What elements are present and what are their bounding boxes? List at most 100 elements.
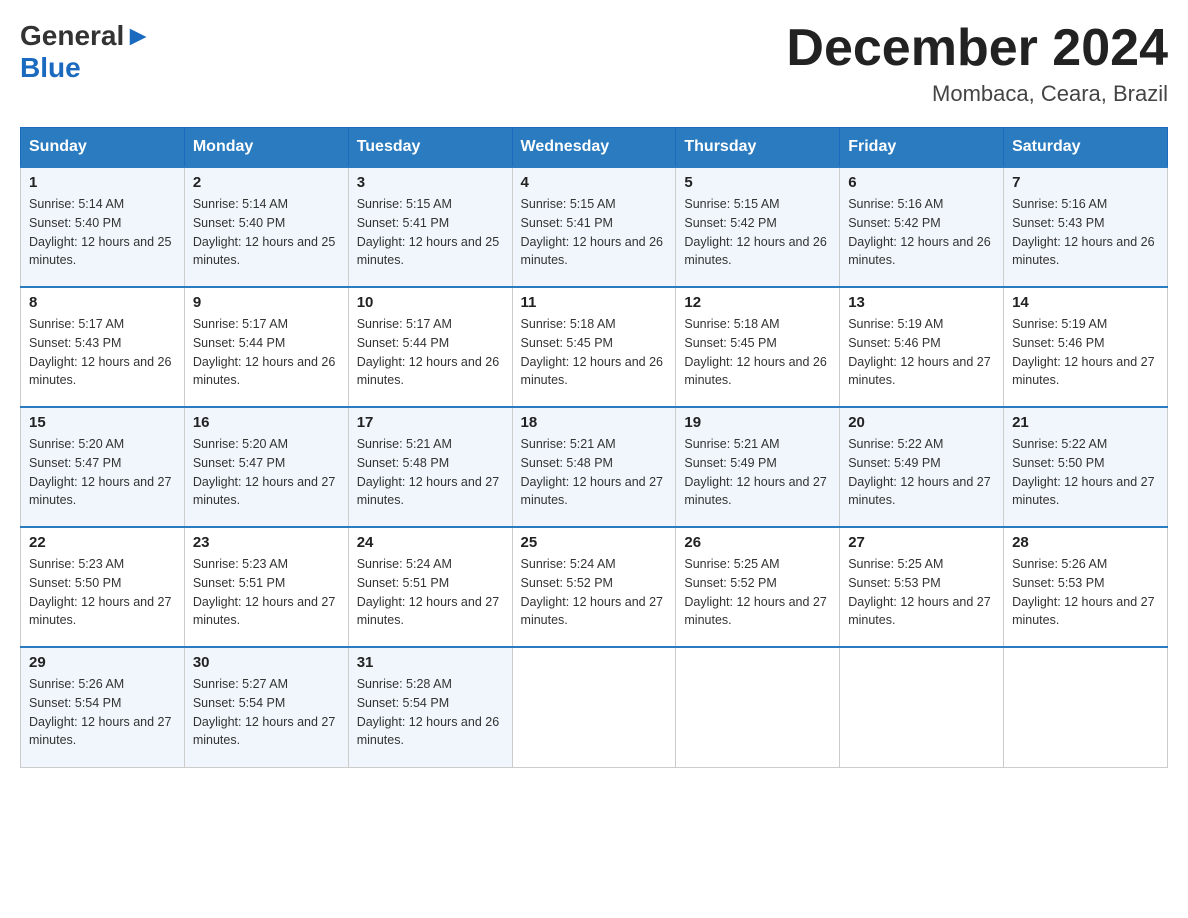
day-info: Sunrise: 5:15 AM Sunset: 5:41 PM Dayligh… (357, 195, 504, 270)
day-info: Sunrise: 5:15 AM Sunset: 5:42 PM Dayligh… (684, 195, 831, 270)
day-number: 13 (848, 294, 995, 311)
calendar-cell: 2 Sunrise: 5:14 AM Sunset: 5:40 PM Dayli… (184, 167, 348, 287)
calendar-cell: 19 Sunrise: 5:21 AM Sunset: 5:49 PM Dayl… (676, 407, 840, 527)
calendar-cell: 23 Sunrise: 5:23 AM Sunset: 5:51 PM Dayl… (184, 527, 348, 647)
calendar-table: SundayMondayTuesdayWednesdayThursdayFrid… (20, 127, 1168, 768)
calendar-week-row: 15 Sunrise: 5:20 AM Sunset: 5:47 PM Dayl… (21, 407, 1168, 527)
day-info: Sunrise: 5:19 AM Sunset: 5:46 PM Dayligh… (1012, 315, 1159, 390)
calendar-cell (512, 647, 676, 767)
day-number: 23 (193, 534, 340, 551)
calendar-week-row: 1 Sunrise: 5:14 AM Sunset: 5:40 PM Dayli… (21, 167, 1168, 287)
calendar-cell: 14 Sunrise: 5:19 AM Sunset: 5:46 PM Dayl… (1004, 287, 1168, 407)
calendar-cell: 26 Sunrise: 5:25 AM Sunset: 5:52 PM Dayl… (676, 527, 840, 647)
calendar-day-header: Tuesday (348, 128, 512, 168)
calendar-cell: 4 Sunrise: 5:15 AM Sunset: 5:41 PM Dayli… (512, 167, 676, 287)
calendar-cell: 18 Sunrise: 5:21 AM Sunset: 5:48 PM Dayl… (512, 407, 676, 527)
calendar-cell: 30 Sunrise: 5:27 AM Sunset: 5:54 PM Dayl… (184, 647, 348, 767)
logo: General► Blue (20, 20, 152, 84)
page-header: General► Blue December 2024 Mombaca, Cea… (20, 20, 1168, 107)
day-number: 11 (521, 294, 668, 311)
calendar-week-row: 29 Sunrise: 5:26 AM Sunset: 5:54 PM Dayl… (21, 647, 1168, 767)
day-number: 1 (29, 174, 176, 191)
calendar-body: 1 Sunrise: 5:14 AM Sunset: 5:40 PM Dayli… (21, 167, 1168, 767)
calendar-cell: 6 Sunrise: 5:16 AM Sunset: 5:42 PM Dayli… (840, 167, 1004, 287)
calendar-day-header: Saturday (1004, 128, 1168, 168)
day-number: 12 (684, 294, 831, 311)
day-number: 10 (357, 294, 504, 311)
day-info: Sunrise: 5:22 AM Sunset: 5:50 PM Dayligh… (1012, 435, 1159, 510)
calendar-header-row: SundayMondayTuesdayWednesdayThursdayFrid… (21, 128, 1168, 168)
day-info: Sunrise: 5:28 AM Sunset: 5:54 PM Dayligh… (357, 675, 504, 750)
day-number: 9 (193, 294, 340, 311)
day-info: Sunrise: 5:23 AM Sunset: 5:50 PM Dayligh… (29, 555, 176, 630)
calendar-cell: 12 Sunrise: 5:18 AM Sunset: 5:45 PM Dayl… (676, 287, 840, 407)
calendar-cell: 27 Sunrise: 5:25 AM Sunset: 5:53 PM Dayl… (840, 527, 1004, 647)
day-number: 3 (357, 174, 504, 191)
day-info: Sunrise: 5:21 AM Sunset: 5:48 PM Dayligh… (521, 435, 668, 510)
calendar-cell: 1 Sunrise: 5:14 AM Sunset: 5:40 PM Dayli… (21, 167, 185, 287)
day-info: Sunrise: 5:17 AM Sunset: 5:44 PM Dayligh… (193, 315, 340, 390)
day-number: 22 (29, 534, 176, 551)
calendar-cell: 10 Sunrise: 5:17 AM Sunset: 5:44 PM Dayl… (348, 287, 512, 407)
calendar-cell: 24 Sunrise: 5:24 AM Sunset: 5:51 PM Dayl… (348, 527, 512, 647)
day-number: 19 (684, 414, 831, 431)
logo-wordmark: General► Blue (20, 20, 152, 84)
day-number: 25 (521, 534, 668, 551)
day-number: 20 (848, 414, 995, 431)
calendar-week-row: 8 Sunrise: 5:17 AM Sunset: 5:43 PM Dayli… (21, 287, 1168, 407)
calendar-cell: 21 Sunrise: 5:22 AM Sunset: 5:50 PM Dayl… (1004, 407, 1168, 527)
day-info: Sunrise: 5:21 AM Sunset: 5:48 PM Dayligh… (357, 435, 504, 510)
day-info: Sunrise: 5:26 AM Sunset: 5:53 PM Dayligh… (1012, 555, 1159, 630)
calendar-day-header: Friday (840, 128, 1004, 168)
calendar-cell: 29 Sunrise: 5:26 AM Sunset: 5:54 PM Dayl… (21, 647, 185, 767)
day-info: Sunrise: 5:19 AM Sunset: 5:46 PM Dayligh… (848, 315, 995, 390)
day-number: 8 (29, 294, 176, 311)
calendar-cell: 20 Sunrise: 5:22 AM Sunset: 5:49 PM Dayl… (840, 407, 1004, 527)
calendar-cell: 17 Sunrise: 5:21 AM Sunset: 5:48 PM Dayl… (348, 407, 512, 527)
day-info: Sunrise: 5:20 AM Sunset: 5:47 PM Dayligh… (193, 435, 340, 510)
calendar-cell: 3 Sunrise: 5:15 AM Sunset: 5:41 PM Dayli… (348, 167, 512, 287)
day-info: Sunrise: 5:15 AM Sunset: 5:41 PM Dayligh… (521, 195, 668, 270)
location: Mombaca, Ceara, Brazil (786, 81, 1168, 107)
day-info: Sunrise: 5:17 AM Sunset: 5:43 PM Dayligh… (29, 315, 176, 390)
day-info: Sunrise: 5:26 AM Sunset: 5:54 PM Dayligh… (29, 675, 176, 750)
day-number: 24 (357, 534, 504, 551)
day-number: 27 (848, 534, 995, 551)
day-info: Sunrise: 5:16 AM Sunset: 5:42 PM Dayligh… (848, 195, 995, 270)
day-number: 31 (357, 654, 504, 671)
calendar-cell: 11 Sunrise: 5:18 AM Sunset: 5:45 PM Dayl… (512, 287, 676, 407)
day-info: Sunrise: 5:17 AM Sunset: 5:44 PM Dayligh… (357, 315, 504, 390)
calendar-cell: 31 Sunrise: 5:28 AM Sunset: 5:54 PM Dayl… (348, 647, 512, 767)
day-number: 14 (1012, 294, 1159, 311)
calendar-day-header: Wednesday (512, 128, 676, 168)
day-info: Sunrise: 5:25 AM Sunset: 5:53 PM Dayligh… (848, 555, 995, 630)
day-info: Sunrise: 5:22 AM Sunset: 5:49 PM Dayligh… (848, 435, 995, 510)
calendar-day-header: Thursday (676, 128, 840, 168)
day-number: 30 (193, 654, 340, 671)
day-number: 5 (684, 174, 831, 191)
day-info: Sunrise: 5:18 AM Sunset: 5:45 PM Dayligh… (684, 315, 831, 390)
day-info: Sunrise: 5:24 AM Sunset: 5:51 PM Dayligh… (357, 555, 504, 630)
day-number: 21 (1012, 414, 1159, 431)
day-number: 6 (848, 174, 995, 191)
day-number: 4 (521, 174, 668, 191)
logo-arrow-icon: ► (124, 20, 152, 51)
calendar-cell (676, 647, 840, 767)
title-section: December 2024 Mombaca, Ceara, Brazil (786, 20, 1168, 107)
calendar-cell: 15 Sunrise: 5:20 AM Sunset: 5:47 PM Dayl… (21, 407, 185, 527)
logo-text-general: General (20, 20, 124, 51)
calendar-day-header: Monday (184, 128, 348, 168)
calendar-week-row: 22 Sunrise: 5:23 AM Sunset: 5:50 PM Dayl… (21, 527, 1168, 647)
day-number: 26 (684, 534, 831, 551)
day-number: 29 (29, 654, 176, 671)
day-number: 28 (1012, 534, 1159, 551)
calendar-cell: 8 Sunrise: 5:17 AM Sunset: 5:43 PM Dayli… (21, 287, 185, 407)
calendar-cell: 5 Sunrise: 5:15 AM Sunset: 5:42 PM Dayli… (676, 167, 840, 287)
day-info: Sunrise: 5:23 AM Sunset: 5:51 PM Dayligh… (193, 555, 340, 630)
calendar-cell: 25 Sunrise: 5:24 AM Sunset: 5:52 PM Dayl… (512, 527, 676, 647)
calendar-day-header: Sunday (21, 128, 185, 168)
day-number: 2 (193, 174, 340, 191)
calendar-cell: 16 Sunrise: 5:20 AM Sunset: 5:47 PM Dayl… (184, 407, 348, 527)
day-number: 7 (1012, 174, 1159, 191)
day-info: Sunrise: 5:24 AM Sunset: 5:52 PM Dayligh… (521, 555, 668, 630)
